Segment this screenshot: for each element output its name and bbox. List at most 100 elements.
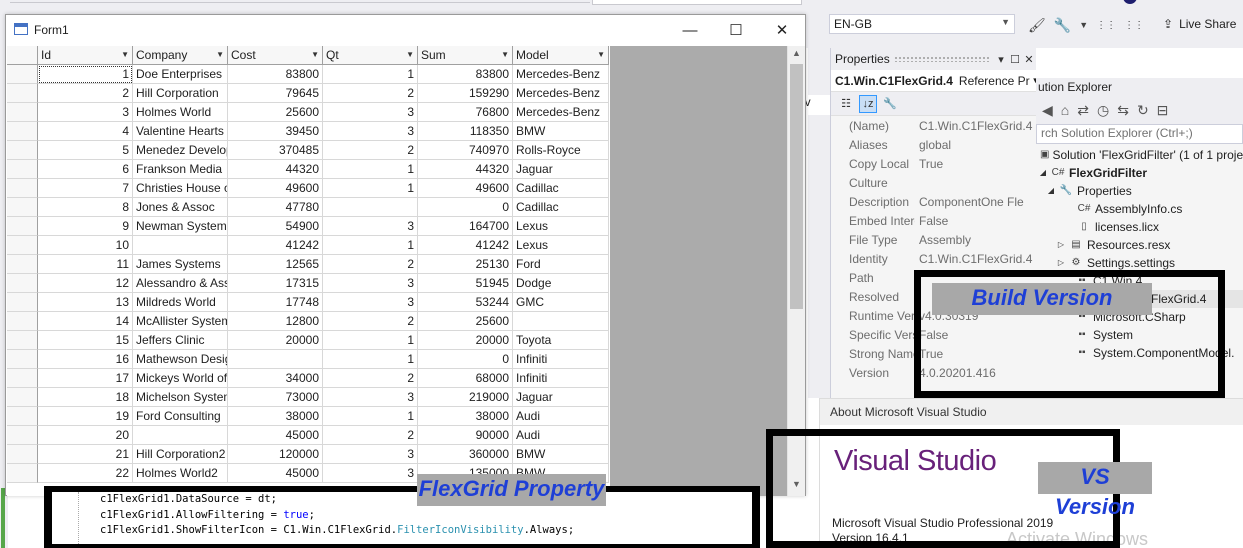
tree-item[interactable]: ◢ C# FlexGridFilter <box>1036 164 1243 182</box>
table-cell[interactable]: GMC <box>513 293 609 312</box>
row-header[interactable] <box>7 445 38 464</box>
row-header[interactable] <box>7 407 38 426</box>
table-row[interactable]: 15 Jeffers Clinic 20000 1 20000 Toyota <box>7 331 610 350</box>
tree-item[interactable]: ▯ licenses.licx <box>1036 218 1243 236</box>
table-cell[interactable]: 1 <box>323 331 418 350</box>
scroll-thumb[interactable] <box>790 64 803 309</box>
table-row[interactable]: 19 Ford Consulting 38000 1 38000 Audi <box>7 407 610 426</box>
tree-item[interactable]: ▷ ▤ Resources.resx <box>1036 236 1243 254</box>
table-cell[interactable]: 1 <box>323 179 418 198</box>
table-cell[interactable]: 1 <box>323 65 418 84</box>
table-cell[interactable]: 49600 <box>418 179 513 198</box>
property-row[interactable]: Embed InteropFalse <box>831 211 1036 230</box>
language-dropdown[interactable]: EN-GB ▼ <box>829 14 1015 34</box>
solution-search-input[interactable]: rch Solution Explorer (Ctrl+;) <box>1036 124 1243 144</box>
row-header[interactable] <box>7 160 38 179</box>
table-cell[interactable]: 45000 <box>228 464 323 483</box>
table-cell[interactable]: 120000 <box>228 445 323 464</box>
maximize-icon[interactable]: ☐ <box>1008 53 1022 66</box>
table-cell[interactable] <box>323 198 418 217</box>
row-header[interactable] <box>7 255 38 274</box>
table-cell[interactable]: 19 <box>38 407 133 426</box>
table-cell[interactable]: Lexus <box>513 217 609 236</box>
collapse-icon[interactable]: ⊟ <box>1157 102 1169 119</box>
flexgrid[interactable]: Id ▼ Company ▼ Cost ▼ Qt ▼ Sum ▼ Model ▼ 1 Doe Enter… <box>7 46 610 496</box>
filter-icon[interactable]: ▼ <box>216 46 224 64</box>
table-row[interactable]: 3 Holmes World 25600 3 76800 Mercedes-Benz <box>7 103 610 122</box>
filter-icon[interactable]: ▼ <box>406 46 414 64</box>
table-cell[interactable]: Dodge <box>513 274 609 293</box>
row-header[interactable] <box>7 369 38 388</box>
table-cell[interactable]: Mathewson Design <box>133 350 228 369</box>
table-cell[interactable]: 51945 <box>418 274 513 293</box>
property-row[interactable]: Description ComponentOne Fle <box>831 192 1036 211</box>
table-cell[interactable] <box>513 312 609 331</box>
table-cell[interactable]: 17748 <box>228 293 323 312</box>
table-cell[interactable]: 21 <box>38 445 133 464</box>
table-cell[interactable]: 22 <box>38 464 133 483</box>
property-row[interactable]: File Type Assembly <box>831 230 1036 249</box>
switch-views-icon[interactable]: ⇄ <box>1077 102 1089 119</box>
table-cell[interactable]: 3 <box>323 122 418 141</box>
table-cell[interactable]: Mercedes-Benz <box>513 84 609 103</box>
table-cell[interactable]: 3 <box>323 103 418 122</box>
table-cell[interactable]: 83800 <box>228 65 323 84</box>
paint-icon[interactable]: 🖌 <box>1028 17 1046 34</box>
table-cell[interactable]: Holmes World <box>133 103 228 122</box>
table-row[interactable]: 8 Jones & Assoc 47780 0 Cadillac <box>7 198 610 217</box>
table-cell[interactable]: 18 <box>38 388 133 407</box>
table-cell[interactable]: Jones & Assoc <box>133 198 228 217</box>
table-cell[interactable]: 5 <box>38 141 133 160</box>
table-cell[interactable]: 370485 <box>228 141 323 160</box>
property-value[interactable]: Assembly <box>915 230 1036 249</box>
table-row[interactable]: 4 Valentine Hearts 39450 3 118350 BMW <box>7 122 610 141</box>
alphabetical-icon[interactable]: ↓z <box>859 94 877 113</box>
table-cell[interactable]: 12800 <box>228 312 323 331</box>
table-cell[interactable]: 25130 <box>418 255 513 274</box>
property-row[interactable]: (Name) C1.Win.C1FlexGrid.4 <box>831 116 1036 135</box>
column-header[interactable]: Cost ▼ <box>228 46 323 65</box>
table-cell[interactable]: BMW <box>513 445 609 464</box>
property-value[interactable]: True <box>915 154 1036 173</box>
expand-icon[interactable]: ◢ <box>1038 164 1048 182</box>
table-cell[interactable]: 2 <box>323 84 418 103</box>
column-header[interactable]: Model ▼ <box>513 46 609 65</box>
table-cell[interactable]: Ford <box>513 255 609 274</box>
table-cell[interactable]: 41242 <box>418 236 513 255</box>
table-cell[interactable] <box>228 350 323 369</box>
table-cell[interactable]: 14 <box>38 312 133 331</box>
filter-icon[interactable]: ▼ <box>311 46 319 64</box>
expand-icon[interactable]: ◢ <box>1046 182 1056 200</box>
tree-item[interactable]: ◢ 🔧 Properties <box>1036 182 1243 200</box>
table-cell[interactable]: 10 <box>38 236 133 255</box>
table-cell[interactable]: 25600 <box>228 103 323 122</box>
row-header[interactable] <box>7 388 38 407</box>
home-icon[interactable]: ⌂ <box>1061 102 1069 118</box>
table-cell[interactable]: 2 <box>323 141 418 160</box>
table-cell[interactable]: 38000 <box>228 407 323 426</box>
property-value[interactable]: False <box>915 211 1036 230</box>
table-cell[interactable]: 16 <box>38 350 133 369</box>
notification-icon[interactable] <box>1123 0 1137 4</box>
table-cell[interactable]: 20 <box>38 426 133 445</box>
maximize-button[interactable]: ☐ <box>713 17 759 43</box>
table-cell[interactable]: 2 <box>38 84 133 103</box>
table-cell[interactable]: 20000 <box>228 331 323 350</box>
table-cell[interactable]: 38000 <box>418 407 513 426</box>
wrench-icon[interactable]: 🔧 <box>1054 17 1071 34</box>
table-cell[interactable]: 12565 <box>228 255 323 274</box>
table-cell[interactable]: 44320 <box>228 160 323 179</box>
table-row[interactable]: 13 Mildreds World 17748 3 53244 GMC <box>7 293 610 312</box>
table-cell[interactable]: 7 <box>38 179 133 198</box>
row-header[interactable] <box>7 141 38 160</box>
row-header[interactable] <box>7 312 38 331</box>
table-row[interactable]: 10 41242 1 41242 Lexus <box>7 236 610 255</box>
tree-item[interactable]: C# AssemblyInfo.cs <box>1036 200 1243 218</box>
table-cell[interactable]: 1 <box>323 407 418 426</box>
scroll-up-icon[interactable]: ▲ <box>788 48 805 62</box>
table-cell[interactable]: 9 <box>38 217 133 236</box>
column-header[interactable]: Qt ▼ <box>323 46 418 65</box>
table-cell[interactable]: 54900 <box>228 217 323 236</box>
table-row[interactable]: 18Michelson Systems730003219000Jaguar <box>7 388 610 407</box>
table-cell[interactable]: 3 <box>323 464 418 483</box>
